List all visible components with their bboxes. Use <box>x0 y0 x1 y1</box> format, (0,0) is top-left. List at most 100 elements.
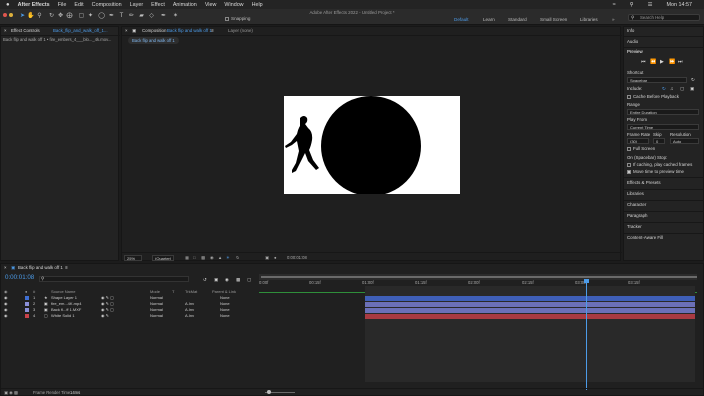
composition-close-icon[interactable]: × <box>125 28 128 33</box>
roto-brush-tool-icon[interactable]: ✒ <box>160 13 167 20</box>
last-frame-icon[interactable]: ⏭ <box>678 59 683 65</box>
if-caching-checkbox[interactable]: If caching, play cached frames <box>627 162 692 167</box>
toggle-transparency-icon[interactable]: ▦ <box>185 255 189 260</box>
character-header[interactable]: Character <box>627 202 646 207</box>
menu-animation[interactable]: Animation <box>173 2 197 8</box>
apple-icon[interactable]: ● <box>6 2 10 8</box>
timeline-search-field[interactable]: ⚲ <box>39 276 189 282</box>
layer-tab[interactable]: Layer (none) <box>228 28 253 33</box>
brush-tool-icon[interactable]: ✏ <box>128 13 135 20</box>
workspace-standard[interactable]: Standard <box>508 17 527 22</box>
timeline-tab[interactable]: Back flip and walk off 1 <box>18 265 63 270</box>
menu-view[interactable]: View <box>205 2 217 8</box>
menu-layer[interactable]: Layer <box>130 2 144 8</box>
composition-tab[interactable]: Composition <box>142 28 166 33</box>
range-dropdown[interactable]: Entire Duration <box>627 109 699 115</box>
selection-tool-icon[interactable]: ➤ <box>19 13 26 20</box>
paragraph-header[interactable]: Paragraph <box>627 213 648 218</box>
composition-menu-icon[interactable]: ≡ <box>211 28 214 33</box>
menu-effect[interactable]: Effect <box>151 2 165 8</box>
minimize-window-button[interactable] <box>9 13 13 17</box>
pan-behind-tool-icon[interactable]: ⨁ <box>66 13 73 20</box>
puppet-tool-icon[interactable]: ✶ <box>172 13 179 20</box>
timeline-close-icon[interactable]: × <box>4 265 7 270</box>
eraser-tool-icon[interactable]: ◇ <box>148 13 155 20</box>
reset-icon[interactable]: ↻ <box>691 77 695 83</box>
full-screen-checkbox[interactable]: Full Screen <box>627 146 655 151</box>
layer-label-color[interactable] <box>25 308 29 312</box>
cache-checkbox[interactable]: Cache Before Playback <box>627 94 679 99</box>
shy-layers-icon[interactable]: ◉ <box>225 277 229 283</box>
layer-switches-icon[interactable]: ◉ ✎ <box>101 313 109 319</box>
hand-tool-icon[interactable]: ✋ <box>27 13 34 20</box>
snapping-checkbox[interactable] <box>225 17 229 21</box>
workspace-default[interactable]: Default <box>454 17 469 22</box>
layer-trkmat[interactable]: A.Inv <box>185 313 194 319</box>
composition-viewer[interactable] <box>284 96 460 194</box>
composition-lock-icon[interactable]: ▣ <box>132 28 136 34</box>
workspace-small-screen[interactable]: Small Screen <box>540 17 567 22</box>
menu-window[interactable]: Window <box>224 2 243 8</box>
menu-composition[interactable]: Composition <box>92 2 122 8</box>
first-frame-icon[interactable]: ⏮ <box>641 59 646 65</box>
ellipse-tool-icon[interactable]: ◯ <box>98 13 105 20</box>
move-time-checkbox[interactable]: Move time to preview time <box>627 169 684 174</box>
include-overlays-icon[interactable]: ▢ <box>680 86 684 92</box>
menu-help[interactable]: Help <box>252 2 263 8</box>
color-channel-icon[interactable]: ▲ <box>218 255 222 260</box>
rotate-tool-icon[interactable]: ↻ <box>48 13 55 20</box>
playhead-handle[interactable] <box>584 279 589 283</box>
shortcut-dropdown[interactable]: Spacebar <box>627 77 687 83</box>
play-from-dropdown[interactable]: Current Time <box>627 124 699 130</box>
search-help-field[interactable]: ⚲ Search Help <box>628 14 700 21</box>
resolution-dropdown-preview[interactable]: Auto <box>670 138 699 144</box>
resolution-dropdown[interactable]: (Quarter) <box>152 255 174 261</box>
menu-app-name[interactable]: After Effects <box>18 2 50 8</box>
menu-file[interactable]: File <box>58 2 67 8</box>
workspace-libraries[interactable]: Libraries <box>580 17 598 22</box>
effect-controls-tab-target[interactable]: Back_flip_and_walk_off_1... <box>53 28 117 33</box>
timeline-composition-icon[interactable]: ▣ <box>11 265 15 271</box>
menu-edit[interactable]: Edit <box>74 2 83 8</box>
zoom-tool-icon[interactable]: ⚲ <box>36 13 43 20</box>
search-icon[interactable]: ⚲ <box>630 2 634 8</box>
control-center-icon[interactable]: ☰ <box>648 2 653 8</box>
grid-icon[interactable]: ▩ <box>201 255 205 260</box>
render-settings-icon[interactable]: ▣ ◉ ▩ <box>4 390 18 395</box>
composition-tab-target[interactable]: Back flip and walk off 1 <box>167 28 212 33</box>
next-frame-icon[interactable]: ⏩ <box>669 59 675 65</box>
play-icon[interactable]: ▶ <box>660 59 664 65</box>
timeline-timecode[interactable]: 0:00:01:08 <box>5 274 34 281</box>
snapshot-icon[interactable]: ▣ <box>265 255 269 260</box>
tracker-header[interactable]: Tracker <box>627 224 642 229</box>
layer-name[interactable]: White Solid 1 <box>51 313 75 319</box>
layer-bar-solid[interactable] <box>365 314 695 319</box>
frame-blending-icon[interactable]: ▩ <box>236 277 240 283</box>
exposure-reset-icon[interactable]: ↻ <box>236 255 240 260</box>
preview-panel-header[interactable]: Preview <box>627 49 643 54</box>
rectangle-tool-icon[interactable]: ▢ <box>78 13 85 20</box>
layer-mode[interactable]: Normal <box>150 313 163 319</box>
shape-tool-icon[interactable]: ✦ <box>87 13 94 20</box>
close-window-button[interactable] <box>3 13 7 17</box>
layer-bar-shape[interactable] <box>365 296 695 301</box>
graph-editor-icon[interactable]: ▢ <box>247 277 251 283</box>
layer-bar-backflip[interactable] <box>365 308 695 313</box>
include-video-icon[interactable]: ↻ <box>662 86 666 92</box>
clone-stamp-tool-icon[interactable]: ▰ <box>138 13 145 20</box>
draft-3d-icon[interactable]: ▣ <box>214 277 218 283</box>
timeline-menu-icon[interactable]: ≡ <box>65 265 68 270</box>
workspace-learn[interactable]: Learn <box>483 17 495 22</box>
include-layer-controls-icon[interactable]: ▣ <box>690 86 694 92</box>
include-audio-icon[interactable]: ♫ <box>670 86 673 91</box>
effect-controls-close-icon[interactable]: × <box>4 28 7 33</box>
mask-visibility-icon[interactable]: ◉ <box>210 255 214 260</box>
previous-frame-icon[interactable]: ⏪ <box>650 59 656 65</box>
effects-presets-header[interactable]: Effects & Presets <box>627 180 661 185</box>
wifi-icon[interactable]: ≈ <box>613 2 616 8</box>
content-aware-fill-header[interactable]: Content-Aware Fill <box>627 235 663 240</box>
layer-label-color[interactable] <box>25 302 29 306</box>
skip-dropdown[interactable]: 0 <box>653 138 665 144</box>
info-panel-header[interactable]: Info <box>627 28 634 33</box>
frame-rate-dropdown[interactable]: (30) <box>627 138 649 144</box>
